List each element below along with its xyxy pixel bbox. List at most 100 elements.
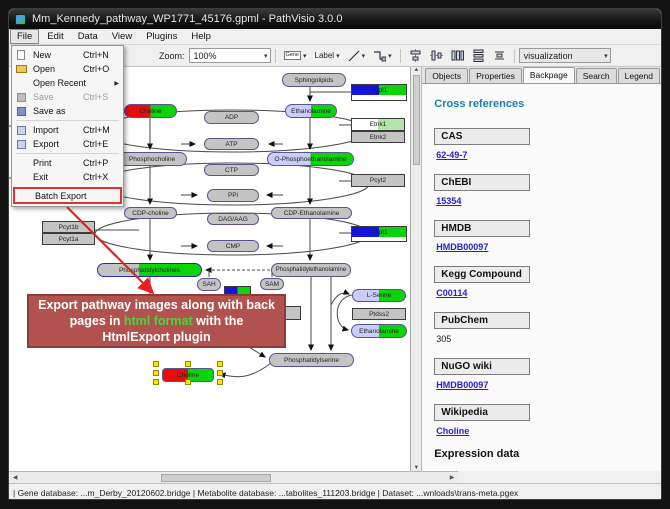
- crossref-value: 305: [436, 334, 649, 344]
- node-dag[interactable]: DAG/AAG: [207, 213, 259, 225]
- resize-handle[interactable]: [185, 361, 191, 367]
- chevron-down-icon[interactable]: ▾: [388, 52, 392, 60]
- menu-item-new[interactable]: New Ctrl+N: [13, 48, 122, 62]
- tab-backpage[interactable]: Backpage: [523, 67, 575, 83]
- crossref-link[interactable]: HMDB00097: [436, 242, 649, 252]
- stack-button[interactable]: [490, 48, 509, 64]
- crossref-db-name: CAS: [434, 128, 530, 145]
- menu-item-exit[interactable]: Exit Ctrl+X: [13, 170, 122, 184]
- chevron-down-icon[interactable]: ▾: [362, 52, 366, 60]
- scroll-left-icon[interactable]: ◀: [9, 474, 21, 481]
- visualization-combobox[interactable]: visualization ▾: [519, 48, 611, 63]
- line-tool-button[interactable]: ▾: [345, 48, 369, 64]
- tab-legend[interactable]: Legend: [618, 68, 660, 83]
- node-ppi[interactable]: PPi: [207, 189, 259, 202]
- node-cmp[interactable]: CMP: [207, 240, 259, 252]
- menu-help[interactable]: Help: [185, 30, 217, 43]
- node-cdp-ethanolamine[interactable]: CDP-Ethanolamine: [271, 207, 352, 219]
- menu-item-save-as[interactable]: Save as: [13, 104, 122, 118]
- crossref-link[interactable]: HMDB00097: [436, 380, 649, 390]
- menu-data[interactable]: Data: [72, 30, 104, 43]
- menu-view[interactable]: View: [106, 30, 138, 43]
- crossref-link[interactable]: C00114: [436, 288, 649, 298]
- node-cdp-choline[interactable]: CDP-choline: [124, 207, 177, 219]
- selection-handles[interactable]: [153, 361, 223, 385]
- resize-handle[interactable]: [217, 379, 223, 385]
- menu-separator: [16, 120, 119, 121]
- gene-box-chpt1[interactable]: Chpt1: [351, 226, 407, 242]
- tab-properties[interactable]: Properties: [469, 68, 522, 83]
- resize-handle[interactable]: [217, 370, 223, 376]
- node-ethanolamine-2[interactable]: Ethanolamine: [351, 324, 407, 338]
- import-icon: [17, 126, 26, 135]
- chevron-down-icon[interactable]: ▾: [600, 52, 608, 60]
- node-sah[interactable]: SAH: [197, 278, 221, 291]
- chevron-down-icon[interactable]: ▾: [336, 52, 340, 60]
- resize-handle[interactable]: [185, 379, 191, 385]
- crossref-db-name: ChEBI: [434, 174, 530, 191]
- horizontal-scroll-thumb[interactable]: [161, 474, 271, 482]
- save-icon: [17, 93, 26, 102]
- menu-item-open-recent[interactable]: Open Recent ▶: [13, 76, 122, 90]
- node-ctp[interactable]: CTP: [204, 164, 259, 176]
- tab-objects[interactable]: Objects: [425, 68, 468, 83]
- node-o-phosphoethanolamine[interactable]: O-Phosphoethanolamine: [267, 152, 354, 166]
- gene-box-etnk1[interactable]: Etnk1: [351, 118, 405, 131]
- title-bar[interactable]: Mm_Kennedy_pathway_WP1771_45176.gpml - P…: [9, 9, 661, 29]
- gene-box-etnk2[interactable]: Etnk2: [351, 131, 405, 143]
- resize-handle[interactable]: [153, 361, 159, 367]
- vertical-scroll-thumb[interactable]: [413, 75, 420, 165]
- node-phosphatidylcholines[interactable]: Phosphatidylcholines: [97, 263, 202, 277]
- menu-item-save[interactable]: Save Ctrl+S: [13, 90, 122, 104]
- node-phosphocholine[interactable]: Phosphocholine: [117, 152, 187, 166]
- resize-handle[interactable]: [153, 379, 159, 385]
- node-phosphatidylethanolamine[interactable]: Phosphatidylethanolamine: [271, 263, 351, 277]
- gene-tool-button[interactable]: Gene ▾: [281, 48, 310, 64]
- menu-item-open[interactable]: Open Ctrl+O: [13, 62, 122, 76]
- node-sam[interactable]: SAM: [260, 278, 284, 290]
- node-sphingolipids[interactable]: Sphingolipids: [282, 73, 346, 87]
- label-tool-button[interactable]: Label ▾: [312, 48, 343, 64]
- crossref-link[interactable]: 62-49-7: [436, 150, 649, 160]
- align-center-button[interactable]: [406, 48, 425, 64]
- menu-item-export[interactable]: Export Ctrl+E: [13, 137, 122, 151]
- menu-edit[interactable]: Edit: [41, 30, 69, 43]
- menu-plugins[interactable]: Plugins: [140, 30, 183, 43]
- scroll-right-icon[interactable]: ▶: [446, 474, 458, 481]
- tab-search[interactable]: Search: [576, 68, 617, 83]
- gene-box-ptdss2[interactable]: Ptdss2: [352, 308, 406, 320]
- menu-file[interactable]: File: [10, 29, 39, 44]
- node-atp[interactable]: ATP: [204, 138, 259, 150]
- distribute-horizontal-button[interactable]: [448, 48, 467, 64]
- gene-box-pcyt2[interactable]: Pcyt2: [351, 174, 405, 187]
- distribute-vertical-button[interactable]: [469, 48, 488, 64]
- node-ethanolamine-top[interactable]: Ethanolamine: [285, 104, 337, 118]
- node-phosphatidylserine[interactable]: Phosphatidylserine: [269, 353, 354, 367]
- node-adp[interactable]: ADP: [204, 111, 259, 124]
- resize-handle[interactable]: [153, 370, 159, 376]
- menu-item-batch-export[interactable]: Batch Export: [13, 187, 122, 204]
- scroll-up-icon[interactable]: ▲: [410, 67, 422, 73]
- expression-data-heading: Expression data: [434, 448, 649, 460]
- resize-handle[interactable]: [217, 361, 223, 367]
- vertical-scrollbar[interactable]: ▲ ▼: [411, 67, 422, 471]
- align-middle-button[interactable]: [427, 48, 446, 64]
- crossref-db-name: PubChem: [434, 312, 530, 329]
- gene-box-sgpl1[interactable]: Sgpl1: [351, 84, 407, 101]
- node-choline-top[interactable]: Choline: [124, 104, 177, 118]
- gene-box-pcyt1a[interactable]: Pcyt1a: [42, 233, 95, 245]
- zoom-combobox[interactable]: 100% ▾: [189, 48, 271, 63]
- crossref-section-nugo: NuGO wiki HMDB00097: [434, 356, 649, 390]
- horizontal-scrollbar[interactable]: ◀ ▶: [9, 471, 458, 483]
- chevron-down-icon[interactable]: ▾: [260, 52, 268, 60]
- chevron-down-icon[interactable]: ▾: [303, 52, 307, 60]
- crossref-link[interactable]: Choline: [436, 426, 649, 436]
- crossref-db-name: HMDB: [434, 220, 530, 237]
- connector-tool-button[interactable]: ▾: [370, 48, 395, 64]
- gene-box-pcyt1b[interactable]: Pcyt1b: [42, 221, 95, 233]
- node-l-serine[interactable]: L-Serine: [352, 289, 406, 302]
- menu-item-import[interactable]: Import Ctrl+M: [13, 123, 122, 137]
- export-icon: [17, 140, 26, 149]
- crossref-link[interactable]: 15354: [436, 196, 649, 206]
- menu-item-print[interactable]: Print Ctrl+P: [13, 156, 122, 170]
